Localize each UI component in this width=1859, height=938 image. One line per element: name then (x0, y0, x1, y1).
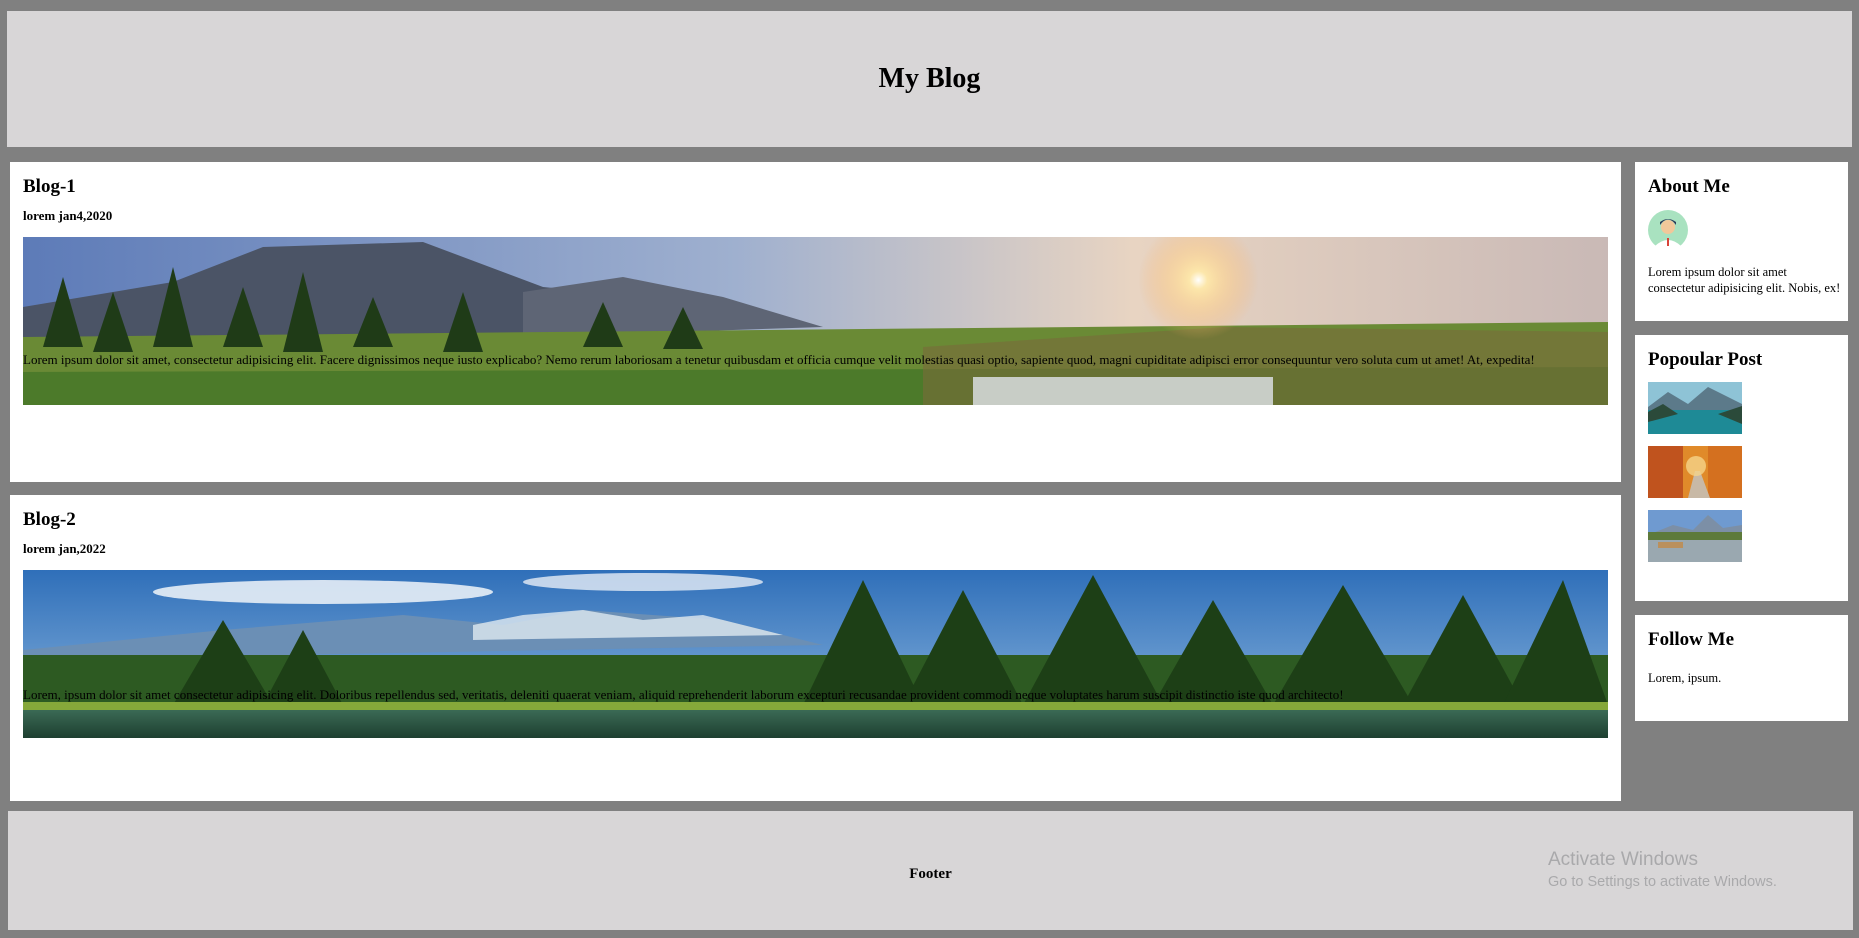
follow-me-widget: Follow Me Lorem, ipsum. (1635, 615, 1848, 721)
popular-post-title: Popoular Post (1648, 349, 1763, 370)
post-title[interactable]: Blog-2 (23, 509, 76, 531)
popular-post-thumbnail-lake[interactable] (1648, 382, 1742, 434)
post-date: lorem jan,2022 (23, 541, 106, 556)
watermark-title: Activate Windows (1548, 849, 1698, 870)
follow-me-title: Follow Me (1648, 629, 1735, 650)
post-date: lorem jan4,2020 (23, 208, 113, 223)
post-excerpt: Lorem, ipsum dolor sit amet consectetur … (23, 687, 1344, 702)
blog-post-2: Blog-2 lorem jan,2022 Lorem, ipsum dolor… (10, 495, 1621, 801)
about-me-widget: About Me Lorem ipsum dolor sit amet cons… (1635, 162, 1848, 321)
popular-post-widget: Popoular Post (1635, 335, 1848, 601)
about-me-text: Lorem ipsum dolor sit amet consectetur a… (1648, 265, 1841, 295)
post-title[interactable]: Blog-1 (23, 176, 76, 198)
blog-post-1: Blog-1 lorem jan4,2020 Lorem ipsum dolor… (10, 162, 1621, 482)
popular-post-thumbnail-mountain-reflection[interactable] (1648, 510, 1742, 562)
post-hero-image-forest-lake (23, 570, 1608, 738)
site-header: My Blog (7, 11, 1852, 147)
about-me-title: About Me (1648, 176, 1730, 197)
post-hero-image-mountain-sunrise (23, 237, 1608, 405)
activate-windows-watermark: Activate Windows Go to Settings to activ… (1548, 849, 1777, 890)
post-excerpt: Lorem ipsum dolor sit amet, consectetur … (23, 352, 1535, 367)
site-title: My Blog (878, 63, 981, 94)
watermark-subtitle: Go to Settings to activate Windows. (1548, 874, 1777, 890)
popular-post-thumbnail-autumn-road[interactable] (1648, 446, 1742, 498)
follow-me-text: Lorem, ipsum. (1648, 671, 1722, 685)
user-avatar-icon (1648, 210, 1688, 250)
